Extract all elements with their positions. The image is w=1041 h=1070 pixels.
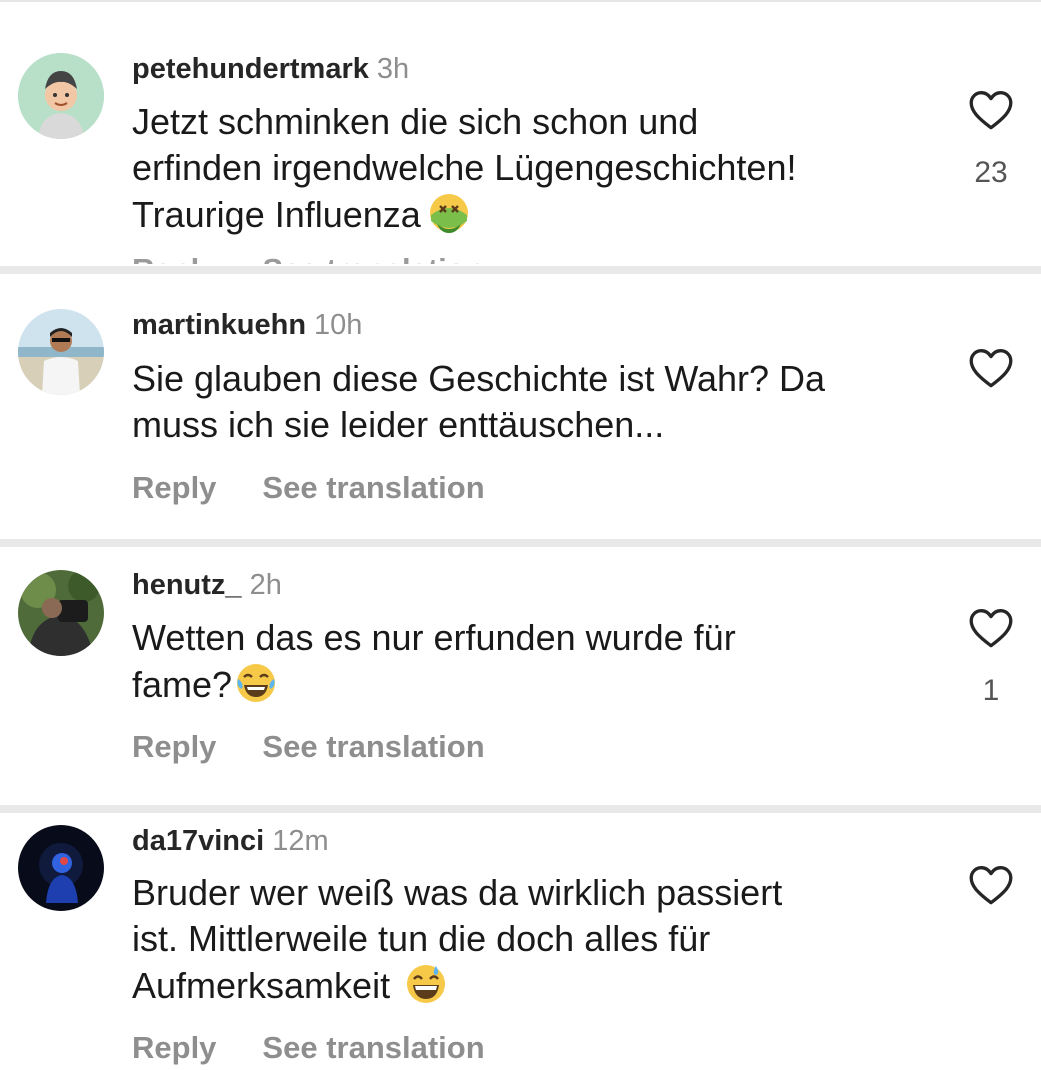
- comment-line: ist. Mittlerweile tun die doch alles für: [132, 918, 711, 959]
- comment-line: erfinden irgendwelche Lügengeschichten!: [132, 147, 797, 188]
- username[interactable]: henutz_: [132, 569, 242, 601]
- heart-icon: [969, 349, 1013, 388]
- comment-actions: Reply See translation: [132, 729, 485, 765]
- comment-line: Traurige Influenza: [132, 191, 932, 238]
- tears-of-joy-icon: [234, 661, 278, 705]
- see-translation-button[interactable]: See translation: [262, 252, 484, 264]
- top-divider: [0, 0, 1041, 2]
- comment-line: fame?: [132, 661, 932, 708]
- comment-line: Jetzt schminken die sich schon und: [132, 101, 699, 142]
- comment-separator: [0, 805, 1041, 813]
- like-button[interactable]: [966, 343, 1016, 393]
- comment-text: Jetzt schminken die sich schon und erfin…: [132, 99, 932, 238]
- comment-line: muss ich sie leider enttäuschen...: [132, 404, 665, 445]
- like-button[interactable]: [966, 603, 1016, 653]
- timestamp: 10h: [314, 309, 363, 341]
- heart-icon: [969, 91, 1013, 130]
- comment-text: Wetten das es nur erfunden wurde für fam…: [132, 615, 932, 708]
- reply-button[interactable]: Reply: [132, 470, 216, 505]
- username[interactable]: da17vinci: [132, 825, 264, 857]
- comment-line: Aufmerksamkeit: [132, 962, 932, 1009]
- comment-separator: [0, 539, 1041, 547]
- comment-line: Sie glauben diese Geschichte ist Wahr? D…: [132, 358, 826, 399]
- comment-header: henutz_ 2h: [132, 568, 282, 602]
- comment-line-text: Aufmerksamkeit: [132, 965, 391, 1006]
- see-translation-button[interactable]: See translation: [262, 1030, 484, 1065]
- comment-line: Bruder wer weiß was da wirklich passiert: [132, 872, 783, 913]
- like-count: 1: [982, 674, 1000, 707]
- timestamp: 12m: [272, 825, 329, 857]
- reply-button[interactable]: Reply: [132, 252, 216, 264]
- timestamp: 3h: [376, 53, 410, 85]
- comment-line: Wetten das es nur erfunden wurde für: [132, 617, 736, 658]
- comment-header: martinkuehn 10h: [132, 308, 362, 342]
- comment-header: da17vinci 12m: [132, 824, 329, 858]
- like-count: 23: [974, 156, 1008, 189]
- username[interactable]: petehundertmark: [132, 53, 369, 85]
- reply-actions-clipped: Reply See translation: [132, 252, 485, 264]
- comment-actions: Reply See translation: [132, 470, 485, 506]
- comment-line-text: Traurige Influenza: [132, 194, 421, 235]
- heart-icon: [969, 609, 1013, 648]
- timestamp: 2h: [249, 569, 282, 601]
- see-translation-button[interactable]: See translation: [262, 729, 484, 764]
- username[interactable]: martinkuehn: [132, 309, 306, 341]
- comment-text: Bruder wer weiß was da wirklich passiert…: [132, 870, 932, 1009]
- avatar[interactable]: [18, 825, 104, 911]
- comment-separator: [0, 266, 1041, 274]
- heart-icon: [969, 866, 1013, 905]
- comment-actions: Reply See translation: [132, 1030, 485, 1066]
- avatar[interactable]: [18, 53, 104, 139]
- see-translation-button[interactable]: See translation: [262, 470, 484, 505]
- reply-button[interactable]: Reply: [132, 729, 216, 764]
- nauseated-face-icon: [427, 191, 471, 235]
- grinning-sweat-icon: [404, 962, 448, 1006]
- avatar[interactable]: [18, 570, 104, 656]
- comment-line-text: fame?: [132, 664, 233, 705]
- comment-text: Sie glauben diese Geschichte ist Wahr? D…: [132, 356, 932, 448]
- reply-button[interactable]: Reply: [132, 1030, 216, 1065]
- avatar[interactable]: [18, 309, 104, 395]
- like-button[interactable]: [966, 860, 1016, 910]
- comment-header: petehundertmark 3h: [132, 52, 409, 86]
- like-button[interactable]: [966, 85, 1016, 135]
